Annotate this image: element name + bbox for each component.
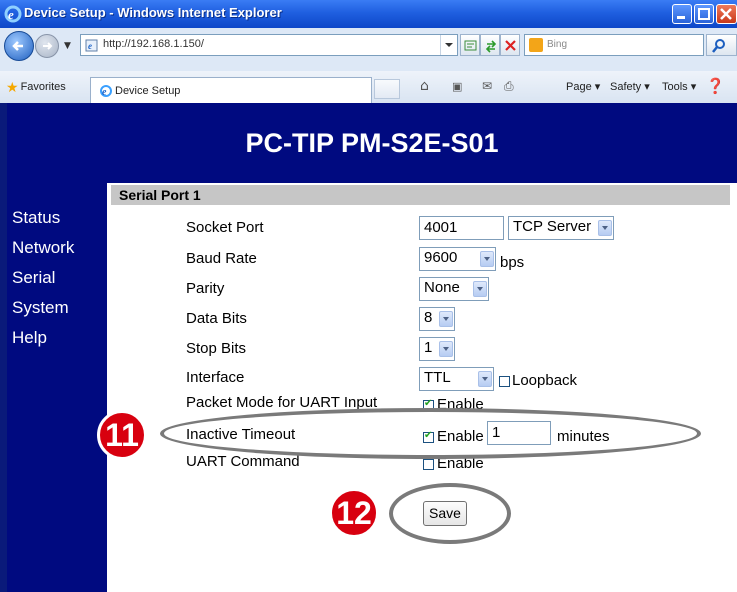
sidebar-item-help[interactable]: Help — [12, 323, 74, 353]
svg-text:e: e — [102, 87, 107, 98]
baud-rate-unit: bps — [500, 254, 525, 271]
search-button[interactable] — [706, 34, 737, 56]
socket-mode-select[interactable]: TCP Server — [508, 216, 614, 240]
window-title: Device Setup - Windows Internet Explorer — [24, 5, 282, 20]
recent-pages-dropdown-icon[interactable]: ▼ — [64, 41, 71, 51]
address-field[interactable]: e http://192.168.1.150/ — [80, 34, 458, 56]
page-icon: e — [85, 39, 98, 52]
section-title: Serial Port 1 — [111, 185, 730, 205]
socket-port-label: Socket Port — [186, 219, 264, 236]
page-menu[interactable]: Page ▾ — [566, 80, 600, 93]
baud-rate-value: 9600 — [424, 249, 458, 266]
data-bits-label: Data Bits — [186, 310, 247, 327]
chevron-down-icon — [478, 371, 492, 387]
socket-port-value: 4001 — [424, 219, 458, 236]
tab-title: Device Setup — [115, 85, 181, 97]
highlight-ring-inactive-timeout — [160, 408, 701, 459]
forward-arrow-icon — [43, 42, 53, 50]
back-button[interactable] — [4, 31, 34, 61]
socket-port-input[interactable]: 4001 — [419, 216, 504, 240]
data-bits-value: 8 — [424, 309, 433, 326]
maximize-icon — [698, 8, 710, 20]
minimize-button[interactable] — [672, 4, 692, 24]
minimize-icon — [677, 16, 685, 19]
mail-icon[interactable]: ✉ — [482, 79, 492, 93]
uart-command-label: UART Command — [186, 453, 300, 470]
baud-rate-select[interactable]: 9600 — [419, 247, 496, 271]
sidebar-item-system[interactable]: System — [12, 293, 74, 323]
sidebar: Status Network Serial System Help — [7, 183, 107, 592]
new-tab-button[interactable] — [374, 79, 400, 99]
sidebar-item-status[interactable]: Status — [12, 203, 74, 233]
close-icon — [720, 8, 732, 20]
stop-icon — [505, 40, 516, 51]
search-icon — [712, 39, 725, 53]
home-icon[interactable]: ⌂ — [420, 78, 429, 94]
sidebar-item-serial[interactable]: Serial — [12, 263, 74, 293]
parity-label: Parity — [186, 280, 225, 297]
favorites-bar: ★ Favorites e Device Setup ⌂ ▣ ✉ ⎙ Page ▾… — [0, 71, 737, 104]
address-text: http://192.168.1.150/ — [103, 38, 204, 50]
window-titlebar: e Device Setup - Windows Internet Explor… — [0, 0, 737, 28]
stop-button[interactable] — [500, 34, 520, 56]
svg-text:e: e — [88, 41, 92, 51]
baud-rate-label: Baud Rate — [186, 250, 257, 267]
svg-text:e: e — [8, 7, 14, 22]
refresh-icon — [485, 40, 497, 53]
bing-icon — [529, 38, 543, 52]
safety-menu[interactable]: Safety ▾ — [610, 80, 650, 93]
interface-select[interactable]: TTL — [419, 367, 494, 391]
step-badge-11: 11 — [97, 410, 147, 460]
loopback-checkbox[interactable] — [499, 376, 510, 387]
chevron-down-icon — [473, 281, 487, 297]
page-content: PC-TIP PM-S2E-S01 Status Network Serial … — [0, 103, 737, 592]
stop-bits-label: Stop Bits — [186, 340, 247, 357]
interface-label: Interface — [186, 369, 245, 386]
maximize-button[interactable] — [694, 4, 714, 24]
stop-bits-value: 1 — [424, 339, 433, 356]
chevron-down-icon — [439, 311, 453, 327]
left-border — [0, 103, 7, 592]
tab-page-icon: e — [100, 85, 112, 98]
favorites-button[interactable]: ★ Favorites — [6, 79, 66, 96]
feeds-icon[interactable]: ▣ — [452, 80, 462, 93]
search-placeholder: Bing — [547, 39, 568, 50]
uart-command-checkbox[interactable] — [423, 459, 434, 470]
search-field[interactable]: Bing — [524, 34, 704, 56]
close-button[interactable] — [716, 4, 737, 24]
highlight-ring-save — [389, 483, 511, 544]
ie-logo-icon: e — [4, 5, 22, 23]
compatibility-view-button[interactable] — [460, 34, 480, 56]
loopback-label: Loopback — [512, 372, 578, 389]
chevron-down-icon — [480, 251, 494, 267]
chevron-down-icon — [598, 220, 612, 236]
chevron-down-icon — [439, 341, 453, 357]
print-icon[interactable]: ⎙ — [504, 79, 514, 94]
refresh-button[interactable] — [480, 34, 500, 56]
data-bits-select[interactable]: 8 — [419, 307, 455, 331]
tools-menu[interactable]: Tools ▾ — [662, 80, 696, 93]
sidebar-nav: Status Network Serial System Help — [7, 203, 74, 353]
parity-select[interactable]: None — [419, 277, 489, 301]
back-arrow-icon — [12, 41, 23, 51]
address-bar-row: ▼ e http://192.168.1.150/ Bing — [0, 28, 737, 71]
forward-button[interactable] — [35, 34, 59, 58]
help-icon[interactable]: ❓ — [706, 77, 725, 95]
interface-value: TTL — [424, 369, 451, 386]
favorites-label: Favorites — [20, 81, 66, 93]
compatibility-view-icon — [464, 40, 477, 51]
favorites-star-icon: ★ — [6, 79, 19, 95]
device-banner: PC-TIP PM-S2E-S01 — [7, 103, 737, 183]
address-dropdown-icon[interactable] — [440, 35, 457, 55]
sidebar-item-network[interactable]: Network — [12, 233, 74, 263]
tab-device-setup[interactable]: e Device Setup — [90, 77, 372, 103]
step-badge-12: 12 — [329, 488, 379, 538]
stop-bits-select[interactable]: 1 — [419, 337, 455, 361]
socket-mode-value: TCP Server — [513, 218, 592, 235]
parity-value: None — [424, 279, 460, 296]
